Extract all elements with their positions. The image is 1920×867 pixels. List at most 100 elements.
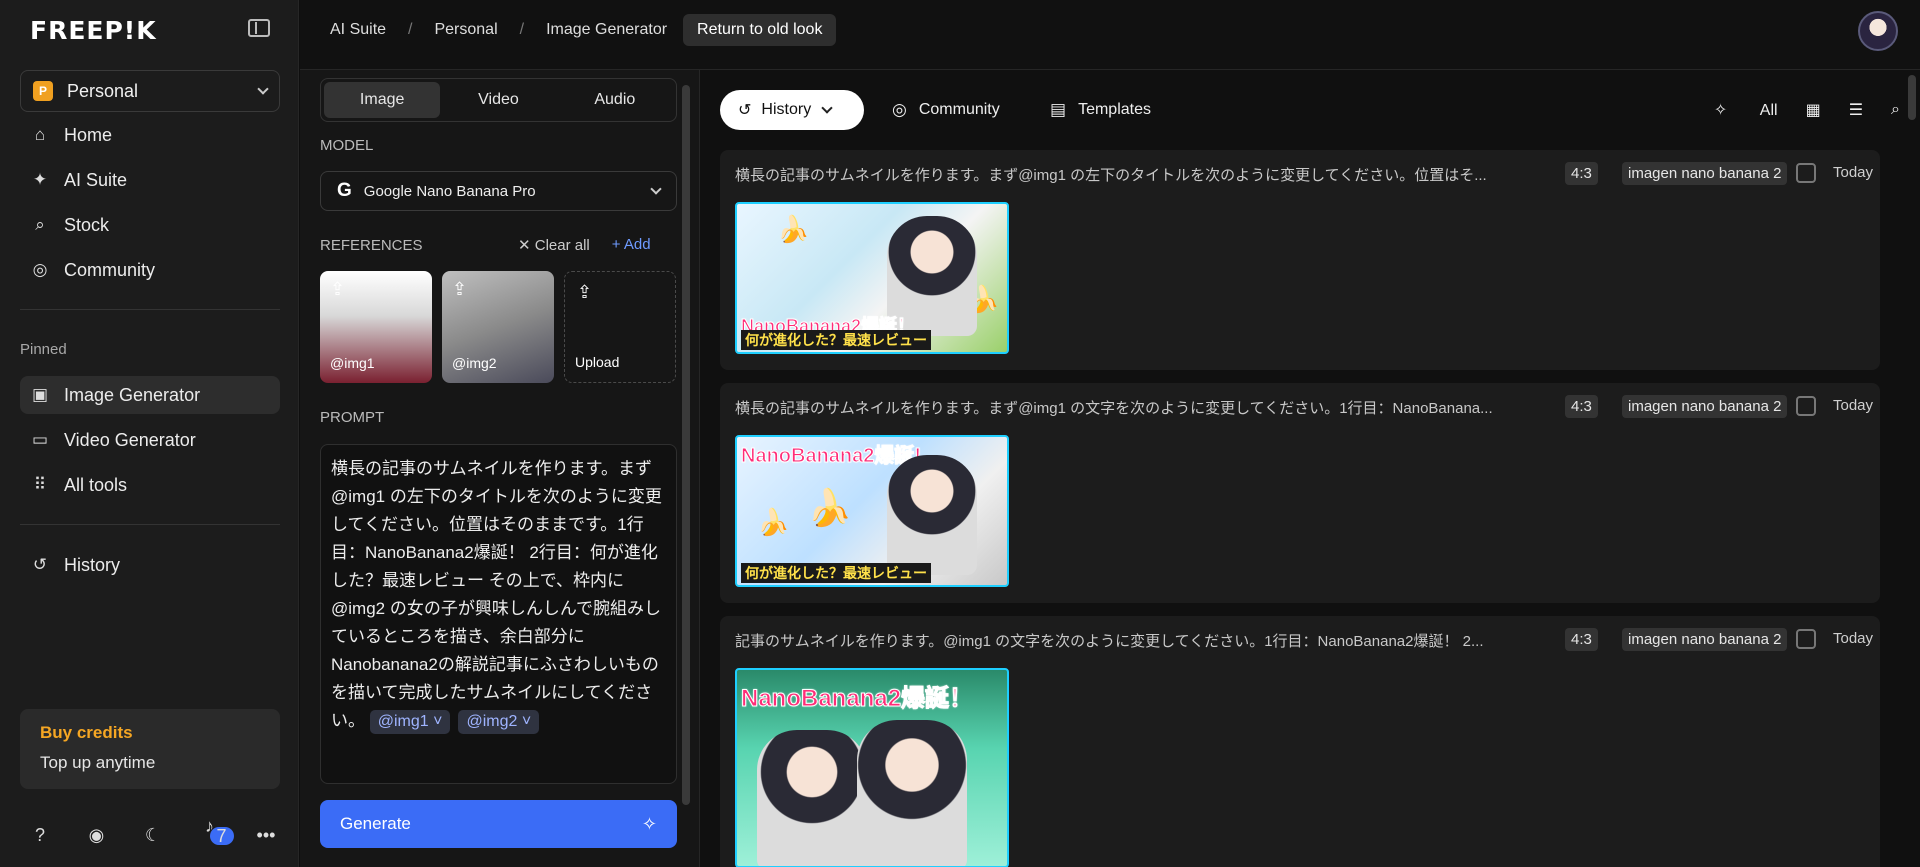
community-label: Community: [918, 101, 1000, 118]
history-dropdown[interactable]: ↺ History: [720, 90, 864, 130]
card-prompt[interactable]: 横長の記事のサムネイルを作ります。まず@img1 の左下のタイトルを次のように変…: [735, 164, 1515, 185]
aspect-ratio-badge: 4:3: [1565, 395, 1598, 418]
sliders-icon[interactable]: ☰: [1849, 100, 1863, 120]
card-date: Today: [1833, 630, 1874, 647]
generated-image[interactable]: NanoBanana2爆誕! 🍌 🍌 何が進化した？最速レビュー: [735, 435, 1009, 587]
sidebar-divider: [20, 524, 280, 525]
chevron-down-icon: [257, 83, 269, 95]
clear-all-label: Clear all: [534, 237, 590, 254]
add-label: Add: [623, 236, 651, 253]
history-card: 横長の記事のサムネイルを作ります。まず@img1 の左下のタイトルを次のように変…: [720, 150, 1880, 370]
generated-image[interactable]: NanoBanana2爆誕！: [735, 668, 1009, 867]
thumb-title: NanoBanana2爆誕!: [740, 445, 922, 468]
tab-audio[interactable]: Audio: [557, 82, 673, 118]
sidebar-item-all-tools[interactable]: ⠿ All tools: [20, 466, 280, 504]
buy-credits-card[interactable]: Buy credits Top up anytime: [20, 709, 280, 789]
card-prompt[interactable]: 記事のサムネイルを作ります。@img1 の文字を次のように変更してください。1行…: [735, 630, 1515, 651]
video-icon: ▭: [31, 430, 49, 449]
character-illustration: [757, 730, 867, 866]
reference-label: @img2: [452, 355, 497, 371]
model-badge: imagen nano banana 2: [1622, 395, 1788, 418]
tab-video[interactable]: Video: [440, 82, 556, 118]
generate-label: Generate: [340, 814, 411, 833]
card-date: Today: [1833, 164, 1874, 181]
mention-chip-img2[interactable]: @img2 ˅: [458, 710, 540, 734]
sidebar-item-label: AI Suite: [64, 169, 128, 190]
reference-img2[interactable]: ⇪ @img2: [442, 271, 554, 383]
feed-scrollbar[interactable]: [1908, 75, 1916, 120]
sidebar-item-history[interactable]: ↺ History: [20, 546, 280, 584]
help-icon[interactable]: ?: [28, 825, 52, 846]
upload-reference-button[interactable]: ⇪ Upload: [564, 271, 676, 383]
grid-view-icon[interactable]: ▦: [1806, 100, 1821, 120]
reference-img1[interactable]: ⇪ @img1: [320, 271, 432, 383]
workspace-label: Personal: [67, 80, 139, 101]
breadcrumb-ai-suite[interactable]: AI Suite: [330, 14, 386, 46]
moon-icon[interactable]: ☾: [141, 825, 165, 846]
buy-credits-subtitle: Top up anytime: [40, 753, 156, 772]
sidebar-item-community[interactable]: ◎ Community: [20, 251, 280, 289]
sidebar-item-home[interactable]: ⌂ Home: [20, 116, 280, 154]
sidebar-item-video-generator[interactable]: ▭ Video Generator: [20, 421, 280, 459]
model-value: Google Nano Banana Pro: [363, 182, 536, 200]
select-checkbox[interactable]: [1796, 629, 1816, 649]
templates-link[interactable]: ▤ Templates: [1050, 90, 1151, 130]
mention-chip-img1[interactable]: @img1 ˅: [369, 710, 451, 734]
more-icon[interactable]: •••: [254, 825, 278, 846]
generated-image[interactable]: 🍌 🍌 NanoBanana2爆誕！ 何が進化した？最速レビュー: [735, 202, 1009, 354]
search-icon: ⌕: [35, 215, 45, 234]
upload-icon: ⇪: [452, 279, 468, 299]
workspace-selector[interactable]: P Personal: [20, 70, 280, 112]
image-icon: ▣: [31, 385, 49, 404]
sidebar-item-stock[interactable]: ⌕ Stock: [20, 206, 280, 244]
prompt-label: PROMPT: [320, 409, 385, 426]
panel-scrollbar[interactable]: [682, 85, 690, 805]
breadcrumb-separator: /: [519, 21, 525, 38]
generate-button[interactable]: Generate ✧: [320, 800, 677, 848]
select-checkbox[interactable]: [1796, 163, 1816, 183]
notification-badge: 7: [209, 826, 234, 846]
sidebar-item-image-generator[interactable]: ▣ Image Generator: [20, 376, 280, 414]
home-icon: ⌂: [34, 125, 46, 144]
community-link[interactable]: ◎ Community: [892, 90, 1000, 130]
clear-all-button[interactable]: ✕ Clear all: [518, 236, 590, 254]
tab-image[interactable]: Image: [324, 82, 441, 118]
topbar: AI Suite / Personal / Image Generator Re…: [300, 0, 1920, 70]
filter-all-button[interactable]: ✧ All: [1686, 100, 1778, 120]
model-label: MODEL: [320, 137, 374, 154]
discord-icon[interactable]: ◉: [85, 825, 109, 846]
sidebar-divider: [20, 309, 280, 310]
sidebar-item-label: Community: [64, 259, 156, 280]
return-to-old-look-button[interactable]: Return to old look: [683, 14, 837, 46]
aspect-ratio-badge: 4:3: [1565, 162, 1598, 185]
breadcrumb-personal[interactable]: Personal: [434, 21, 497, 39]
breadcrumb: AI Suite / Personal / Image Generator Re…: [330, 14, 837, 46]
prompt-input[interactable]: 横長の記事のサムネイルを作ります。まず@img1 の左下のタイトルを次のように変…: [320, 444, 677, 784]
aspect-ratio-badge: 4:3: [1565, 628, 1598, 651]
sidebar-item-ai-suite[interactable]: ✦ AI Suite: [20, 161, 280, 199]
prompt-text: 横長の記事のサムネイルを作ります。まず@img1 の左下のタイトルを次のように変…: [331, 459, 662, 730]
sidebar-item-label: History: [64, 554, 121, 575]
history-feed: ↺ History ◎ Community ▤ Templates ✧ All …: [700, 70, 1920, 867]
upload-label: Upload: [575, 354, 620, 370]
history-icon: ↺: [738, 102, 752, 119]
collapse-sidebar-icon[interactable]: [248, 19, 270, 37]
references-actions: ✕ Clear all + Add: [518, 236, 651, 254]
avatar[interactable]: [1858, 11, 1898, 51]
workspace-badge: P: [33, 81, 53, 101]
upload-icon: ⇪: [577, 282, 593, 302]
card-date: Today: [1833, 397, 1874, 414]
breadcrumb-image-generator[interactable]: Image Generator: [546, 21, 667, 39]
freepik-logo[interactable]: FREEP!K: [30, 16, 157, 45]
add-reference-button[interactable]: + Add: [612, 236, 651, 254]
search-icon[interactable]: ⌕: [1891, 101, 1900, 119]
bell-icon[interactable]: ♪ 7: [198, 816, 234, 855]
select-checkbox[interactable]: [1796, 396, 1816, 416]
card-prompt[interactable]: 横長の記事のサムネイルを作ります。まず@img1 の文字を次のように変更してくだ…: [735, 397, 1515, 418]
model-select[interactable]: G Google Nano Banana Pro: [320, 171, 677, 211]
sparkle-icon: ✦: [32, 170, 48, 189]
sidebar-item-label: All tools: [64, 474, 128, 495]
filter-all-label: All: [1759, 102, 1778, 119]
sidebar-item-label: Stock: [64, 214, 110, 235]
chip-label: @img1: [377, 713, 429, 730]
